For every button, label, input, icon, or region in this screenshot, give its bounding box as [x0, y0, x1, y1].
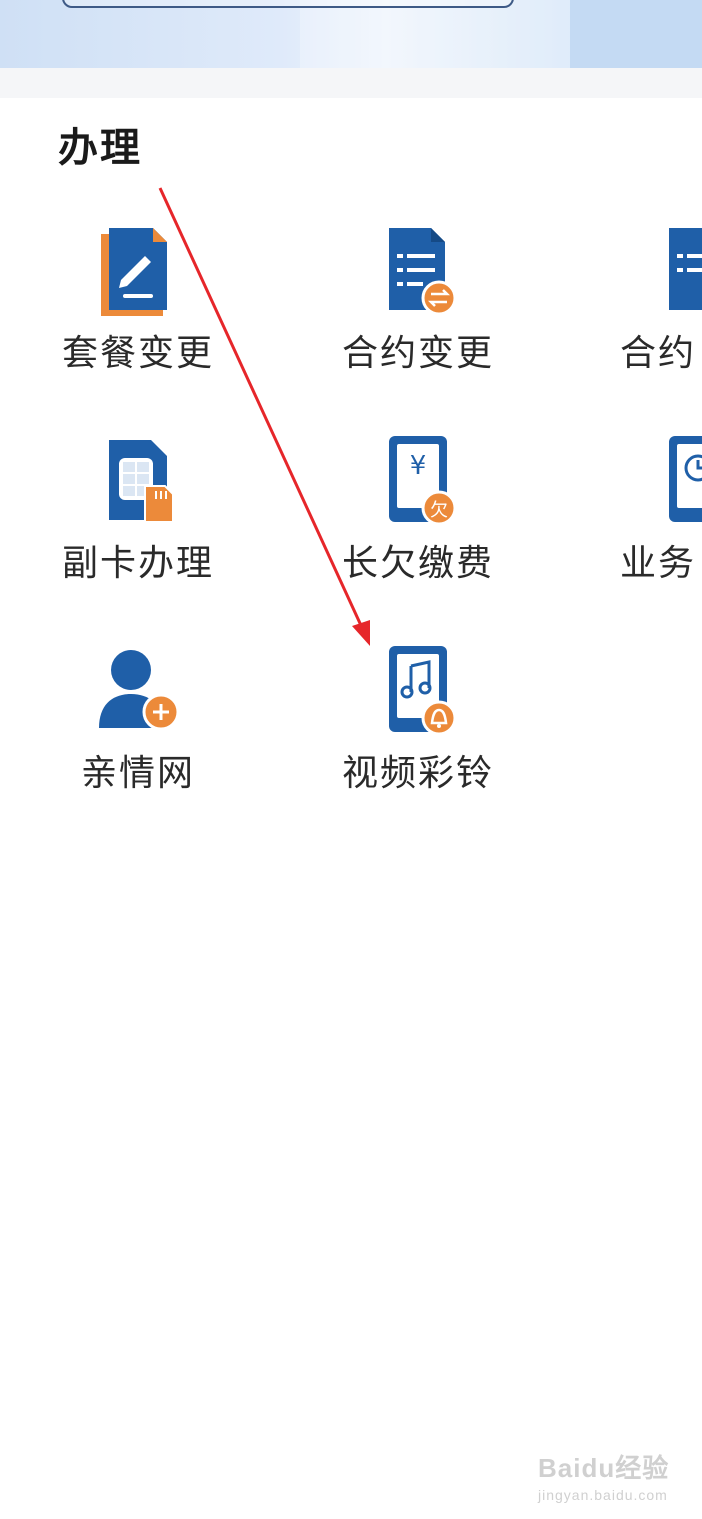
service-secondary-card[interactable]: 副卡办理	[38, 434, 238, 624]
sim-card-icon	[109, 440, 174, 523]
banner-card-edge	[62, 0, 514, 8]
baidu-jingyan-watermark: Baidu经验 jingyan.baidu.com	[538, 1448, 688, 1508]
service-family-network[interactable]: 亲情网	[38, 644, 238, 834]
service-contract-change[interactable]: 合约变更	[318, 224, 518, 414]
service-label: 套餐变更	[61, 333, 214, 374]
service-contract[interactable]: 合约	[598, 224, 702, 414]
arrears-payment-icon: ¥ 欠	[389, 436, 457, 526]
contract-icon	[669, 228, 702, 310]
document-edit-icon	[101, 228, 167, 316]
service-label: 业务	[620, 543, 697, 584]
banner-decoration	[300, 0, 570, 68]
svg-text:欠: 欠	[430, 500, 448, 521]
service-package-change[interactable]: 套餐变更	[38, 224, 238, 414]
section-title: 办理	[58, 125, 142, 171]
service-label: 长欠缴费	[341, 543, 494, 584]
video-ringtone-icon	[389, 646, 457, 736]
service-arrears-payment[interactable]: ¥ 欠 长欠缴费	[318, 434, 518, 624]
banner-decoration	[570, 0, 702, 68]
service-label: 副卡办理	[61, 543, 214, 584]
top-banner[interactable]	[0, 0, 702, 68]
section-divider	[0, 68, 702, 98]
watermark-brand: Baidu经验	[538, 1453, 670, 1483]
watermark-url: jingyan.baidu.com	[538, 1487, 668, 1503]
svg-text:¥: ¥	[410, 451, 427, 481]
service-business[interactable]: 业务	[598, 434, 702, 624]
service-label: 亲情网	[80, 753, 195, 794]
business-clock-icon	[669, 436, 702, 522]
service-label: 合约	[620, 333, 697, 374]
service-label: 合约变更	[341, 333, 494, 374]
contract-change-icon	[389, 228, 457, 316]
service-video-ringtone[interactable]: 视频彩铃	[318, 644, 518, 834]
service-label: 视频彩铃	[341, 753, 494, 794]
family-add-user-icon	[99, 650, 180, 731]
